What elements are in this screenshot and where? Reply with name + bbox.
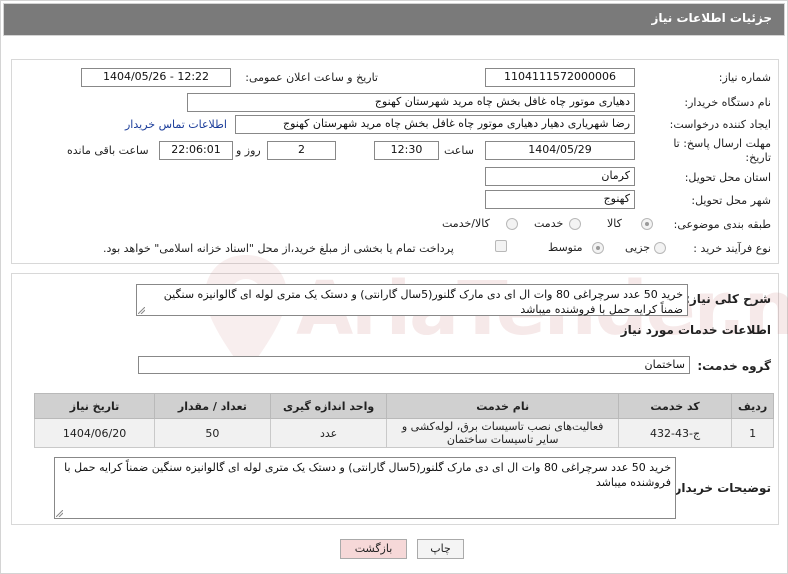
remaining-days-field: 2 [267,141,336,160]
cell-service-name: فعالیت‌های نصب تاسیسات برق، لوله‌کشی و س… [386,418,619,448]
city-label: شهر محل تحویل: [691,194,771,207]
process-minor-label: جزیی [625,241,651,254]
buyer-notes-text: خرید 50 عدد سرچراغی 80 وات ال ای دی مارک… [64,461,671,489]
col-header-service-code: کد خدمت [617,393,733,419]
process-minor-radio[interactable] [654,242,666,254]
deadline-time-field: 12:30 [374,141,439,160]
category-service-label: خدمت [534,217,564,230]
summary-text: خرید 50 عدد سرچراغی 80 وات ال ای دی مارک… [163,288,683,316]
col-header-need-date: تاریخ نیاز [33,393,156,419]
category-goods-service-label: کالا/خدمت [442,217,490,230]
treasury-payment-checkbox[interactable] [495,240,507,252]
remaining-time-label: ساعت باقی مانده [67,144,149,157]
col-header-unit: واحد اندازه گیری [269,393,388,419]
col-header-row-number: ردیف [731,393,774,419]
cell-unit: عدد [269,418,388,448]
print-button[interactable]: چاپ [417,539,464,559]
cell-service-code: ج-43-432 [617,418,733,448]
treasury-payment-note: پرداخت تمام یا بخشی از مبلغ خرید،از محل … [103,242,454,255]
page-header: جزئیات اطلاعات نیاز [3,3,785,36]
days-label: روز و [236,144,261,157]
deadline-label: مهلت ارسال پاسخ: تا تاریخ: [673,137,771,164]
remaining-time-field: 22:06:01 [159,141,233,160]
col-header-service-name: نام خدمت [386,393,619,419]
buyer-org-label: نام دستگاه خریدار: [684,96,771,109]
need-number-field: 1104111572000006 [485,68,635,87]
category-goods-service-radio[interactable] [506,218,518,230]
category-label: طبقه بندی موضوعی: [673,218,771,231]
buyer-org-field: دهیاری موتور چاه غافل بخش چاه مرید شهرست… [187,93,635,112]
resize-grip-icon[interactable] [138,307,145,314]
services-table: ردیف کد خدمت نام خدمت واحد اندازه گیری ت… [33,393,774,448]
service-group-label: گروه خدمت: [697,359,771,373]
category-goods-label: کالا [607,217,622,230]
service-group-field: ساختمان [138,356,690,374]
province-label: استان محل تحویل: [684,171,771,184]
buyer-notes-textarea[interactable]: خرید 50 عدد سرچراغی 80 وات ال ای دی مارک… [54,457,676,519]
deadline-date-field: 1404/05/29 [485,141,635,160]
page-frame: جزئیات اطلاعات نیاز شماره نیاز: 11041115… [0,0,788,574]
announce-datetime-label: تاریخ و ساعت اعلان عمومی: [245,71,378,84]
category-service-radio[interactable] [569,218,581,230]
summary-label: شرح کلی نیاز: [685,292,771,306]
summary-textarea[interactable]: خرید 50 عدد سرچراغی 80 وات ال ای دی مارک… [136,284,688,316]
table-row: 1 ج-43-432 فعالیت‌های نصب تاسیسات برق، ل… [33,418,774,448]
table-header-row: ردیف کد خدمت نام خدمت واحد اندازه گیری ت… [33,393,774,419]
deadline-time-label: ساعت [444,144,474,157]
need-number-label: شماره نیاز: [718,71,771,84]
process-medium-radio[interactable] [592,242,604,254]
cell-quantity: 50 [154,418,271,448]
back-button[interactable]: بازگشت [340,539,407,559]
col-header-quantity: تعداد / مقدار [154,393,271,419]
resize-grip-icon[interactable] [56,510,63,517]
services-section-title: اطلاعات خدمات مورد نیاز [620,323,771,337]
cell-need-date: 1404/06/20 [33,418,156,448]
cell-row-number: 1 [731,418,774,448]
creator-field: رضا شهریاری دهیار دهیاری موتور چاه غافل … [235,115,635,134]
city-field: کهنوج [485,190,635,209]
province-field: کرمان [485,167,635,186]
announce-datetime-field: 1404/05/26 - 12:22 [81,68,231,87]
process-medium-label: متوسط [548,241,583,254]
page-title: جزئیات اطلاعات نیاز [651,11,772,25]
process-label: نوع فرآیند خرید : [693,242,771,255]
category-goods-radio[interactable] [641,218,653,230]
buyer-notes-label: توضیحات خریدار: [669,481,771,495]
buyer-contact-link[interactable]: اطلاعات تماس خریدار [125,118,227,131]
creator-label: ایجاد کننده درخواست: [669,118,771,131]
